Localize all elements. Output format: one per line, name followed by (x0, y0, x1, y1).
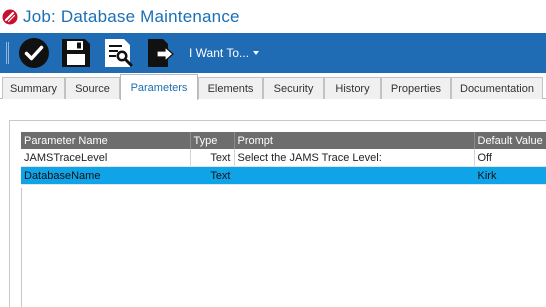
save-button[interactable] (59, 36, 93, 70)
tab-label: Security (273, 82, 314, 95)
tab-label: Parameters (130, 81, 188, 94)
table-row-selected[interactable]: DatabaseName Text Kirk (21, 166, 546, 185)
export-button[interactable] (143, 36, 177, 70)
cell-default-value[interactable]: Off (474, 149, 546, 167)
tab-label: Source (75, 82, 110, 95)
tab-summary[interactable]: Summary (2, 77, 65, 99)
cell-prompt[interactable] (234, 166, 475, 185)
window-title: Job: Database Maintenance (23, 6, 240, 26)
tab-strip: Summary Source Parameters Elements Secur… (0, 74, 546, 100)
cell-parameter-name[interactable]: JAMSTraceLevel (21, 149, 191, 167)
toolbar: I Want To... (0, 33, 546, 73)
tab-source[interactable]: Source (65, 77, 120, 99)
save-floppy-icon (62, 39, 90, 67)
document-search-icon (105, 39, 133, 67)
cell-default-value[interactable]: Kirk (474, 166, 546, 185)
tab-label: Summary (9, 82, 58, 95)
toolbar-grip[interactable] (6, 42, 9, 64)
tab-label: History (335, 82, 370, 95)
save-and-close-button[interactable] (17, 36, 51, 70)
tab-documentation[interactable]: Documentation (451, 77, 543, 99)
export-arrow-icon (148, 39, 174, 67)
tab-elements[interactable]: Elements (198, 77, 263, 99)
column-header-parameter-name[interactable]: Parameter Name (21, 132, 191, 149)
tab-parameters[interactable]: Parameters (120, 74, 198, 100)
chevron-down-icon (253, 51, 260, 55)
tab-history[interactable]: History (324, 77, 381, 99)
column-header-type[interactable]: Type (190, 132, 235, 149)
cell-type[interactable]: Text (190, 149, 235, 167)
tab-properties[interactable]: Properties (381, 77, 451, 99)
cell-parameter-name[interactable]: DatabaseName (21, 166, 191, 185)
table-row[interactable]: JAMSTraceLevel Text Select the JAMS Trac… (21, 149, 546, 167)
tab-label: Elements (207, 82, 254, 95)
preview-button[interactable] (101, 36, 135, 70)
tab-security[interactable]: Security (263, 77, 324, 99)
tab-label: Properties (390, 82, 442, 95)
cell-prompt[interactable]: Select the JAMS Trace Level: (234, 149, 475, 167)
cell-type[interactable]: Text (190, 166, 235, 185)
grid-empty-area-border (21, 188, 22, 307)
i-want-to-label: I Want To... (189, 46, 250, 60)
parameters-grid: Parameter Name Type Prompt Default Value… (21, 132, 546, 185)
app-logo-icon (2, 9, 18, 24)
checkmark-circle-icon (19, 38, 49, 68)
column-header-default-value[interactable]: Default Value (474, 132, 546, 149)
grid-header-row: Parameter Name Type Prompt Default Value (21, 132, 546, 149)
title-bar: Job: Database Maintenance (0, 0, 546, 33)
tab-label: Documentation (460, 82, 534, 95)
column-header-prompt[interactable]: Prompt (234, 132, 475, 149)
i-want-to-menu[interactable]: I Want To... (189, 46, 260, 60)
